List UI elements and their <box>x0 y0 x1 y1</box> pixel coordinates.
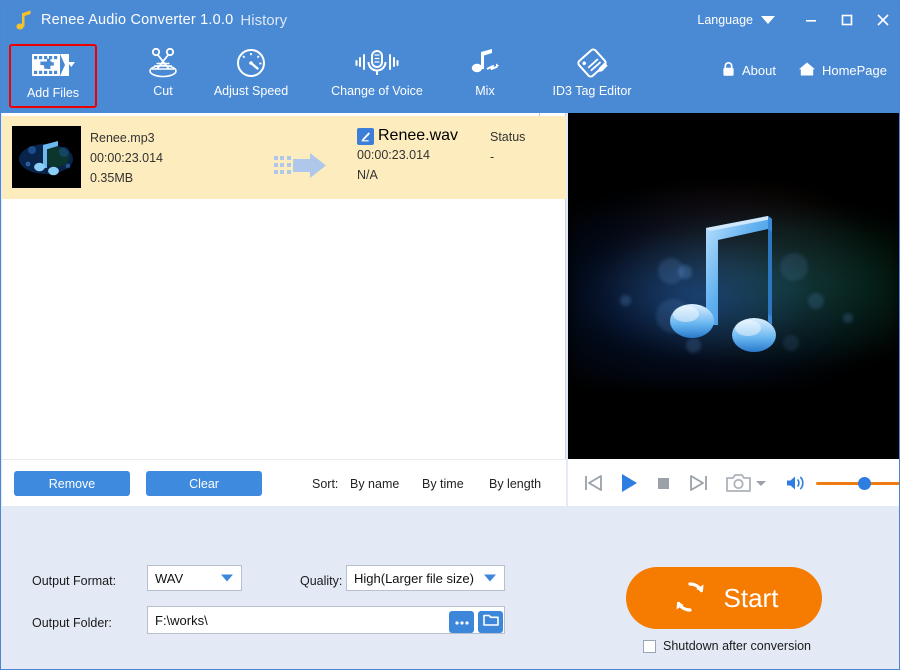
source-size: 0.35MB <box>90 168 163 188</box>
bokeh-dot <box>843 313 853 323</box>
toolbar-item-id3-tag-editor[interactable]: ID3 Tag Editor <box>531 44 653 108</box>
volume-knob[interactable] <box>858 477 871 490</box>
target-duration: 00:00:23.014 <box>357 145 458 165</box>
tag-pencil-icon <box>572 44 612 82</box>
shutdown-label: Shutdown after conversion <box>663 639 811 653</box>
browse-folder-button[interactable] <box>449 611 474 633</box>
source-file-name: Renee.mp3 <box>90 128 163 148</box>
bokeh-dot <box>620 295 631 306</box>
volume-icon[interactable] <box>785 474 807 492</box>
refresh-cycle-icon <box>670 577 710 620</box>
sort-by-name[interactable]: By name <box>350 477 399 491</box>
speedometer-icon <box>234 44 268 82</box>
mix-note-icon <box>465 44 505 82</box>
settings-panel: Output Format: WAV Quality: High(Larger … <box>2 507 900 670</box>
output-folder-label: Output Folder: <box>32 616 112 630</box>
application-window: Renee Audio Converter 1.0.0 History Lang… <box>0 0 900 670</box>
chevron-down-icon[interactable] <box>761 16 775 24</box>
sort-by-length[interactable]: By length <box>489 477 541 491</box>
quality-value: High(Larger file size) <box>354 571 474 586</box>
shutdown-checkbox[interactable] <box>643 640 656 653</box>
title-bar: Renee Audio Converter 1.0.0 History Lang… <box>1 1 900 39</box>
about-label: About <box>742 63 776 78</box>
stop-icon[interactable] <box>656 475 672 491</box>
microphone-icon <box>354 44 400 82</box>
target-file-name: Renee.wav <box>378 127 458 145</box>
toolbar-item-label: Cut <box>153 84 172 98</box>
quality-select[interactable]: High(Larger file size) <box>346 565 505 591</box>
convert-arrow-icon <box>274 152 334 180</box>
scissors-icon <box>143 44 183 82</box>
clear-button[interactable]: Clear <box>146 471 262 496</box>
toolbar-item-label: ID3 Tag Editor <box>553 84 632 98</box>
toolbar-item-change-of-voice[interactable]: Change of Voice <box>311 44 443 108</box>
volume-slider[interactable] <box>816 476 900 490</box>
toolbar-item-label: Mix <box>475 84 494 98</box>
play-icon[interactable] <box>618 472 640 494</box>
start-label: Start <box>724 583 779 614</box>
player-toolbar <box>568 459 900 506</box>
sort-by-time[interactable]: By time <box>422 477 464 491</box>
status-column: Status - <box>490 127 525 167</box>
ellipsis-icon <box>454 613 470 631</box>
home-icon <box>798 61 816 80</box>
preview-pane[interactable] <box>568 113 900 459</box>
list-toolbar: Remove Clear Sort: By name By time By le… <box>2 459 566 506</box>
status-header: Status <box>490 127 525 147</box>
lock-icon <box>721 61 736 80</box>
source-duration: 00:00:23.014 <box>90 148 163 168</box>
output-format-value: WAV <box>155 571 183 586</box>
toolbar-item-label: Change of Voice <box>331 84 423 98</box>
toolbar-item-cut[interactable]: Cut <box>119 44 207 108</box>
titlebar-controls: Language <box>697 1 900 39</box>
output-format-label: Output Format: <box>32 574 116 588</box>
chevron-down-icon[interactable] <box>755 478 767 488</box>
start-button[interactable]: Start <box>626 567 822 629</box>
history-link[interactable]: History <box>240 12 287 29</box>
sort-label: Sort: <box>312 477 338 491</box>
output-folder-value: F:\works\ <box>155 613 208 628</box>
file-list-panel: Renee.mp3 00:00:23.014 0.35MB <box>2 113 566 506</box>
skip-previous-icon[interactable] <box>582 473 604 493</box>
chevron-down-icon <box>221 575 233 582</box>
table-row[interactable]: Renee.mp3 00:00:23.014 0.35MB <box>2 116 566 199</box>
add-files-icon <box>29 46 77 84</box>
main-toolbar: Add Files Cut <box>1 39 900 113</box>
homepage-label: HomePage <box>822 63 887 78</box>
music-note-artwork <box>12 126 81 188</box>
toolbar-right-links: About HomePage <box>721 61 887 80</box>
about-link[interactable]: About <box>721 61 776 80</box>
skip-next-icon[interactable] <box>688 473 710 493</box>
folder-icon <box>483 613 499 632</box>
toolbar-item-adjust-speed[interactable]: Adjust Speed <box>207 44 295 108</box>
toolbar-item-label: Adjust Speed <box>214 84 288 98</box>
toolbar-item-label: Add Files <box>27 86 79 100</box>
music-note-icon <box>15 9 33 31</box>
camera-icon[interactable] <box>726 473 752 493</box>
toolbar-item-add-files[interactable]: Add Files <box>9 44 97 108</box>
chevron-down-icon <box>484 575 496 582</box>
remove-button[interactable]: Remove <box>14 471 130 496</box>
language-label[interactable]: Language <box>697 13 753 27</box>
maximize-button[interactable] <box>829 1 865 39</box>
app-title: Renee Audio Converter 1.0.0 <box>41 12 233 28</box>
minimize-button[interactable] <box>793 1 829 39</box>
music-note-icon <box>646 213 826 363</box>
shutdown-after-conversion-option[interactable]: Shutdown after conversion <box>643 639 811 653</box>
status-badge: - <box>490 147 525 167</box>
source-file-info: Renee.mp3 00:00:23.014 0.35MB <box>90 128 163 188</box>
pencil-edit-icon[interactable] <box>357 128 374 145</box>
output-format-select[interactable]: WAV <box>147 565 242 591</box>
target-size: N/A <box>357 165 458 185</box>
quality-label: Quality: <box>300 574 342 588</box>
homepage-link[interactable]: HomePage <box>798 61 887 80</box>
target-file-info: Renee.wav 00:00:23.014 N/A <box>357 127 458 185</box>
toolbar-item-mix[interactable]: Mix <box>441 44 529 108</box>
open-folder-button[interactable] <box>478 611 503 633</box>
close-button[interactable] <box>865 1 900 39</box>
